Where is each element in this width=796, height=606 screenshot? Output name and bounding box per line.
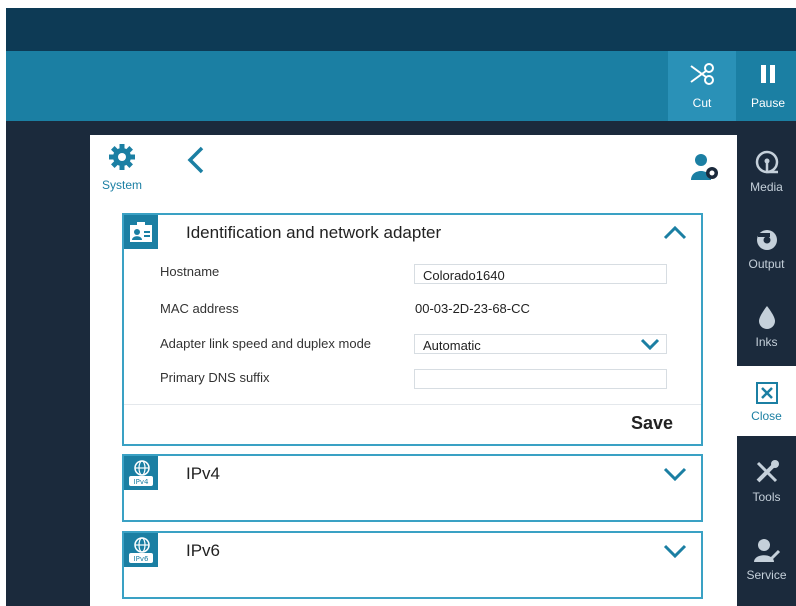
top-bar: [6, 8, 796, 51]
hostname-label: Hostname: [160, 264, 220, 279]
sidebar-item-label: Output: [748, 257, 785, 271]
dns-suffix-field[interactable]: [414, 369, 667, 389]
sidebar-item-label: Inks: [755, 335, 778, 349]
pause-button[interactable]: Pause: [740, 51, 796, 121]
pause-label: Pause: [750, 96, 786, 110]
sidebar-item-label: Close: [751, 409, 782, 423]
service-icon: [737, 533, 796, 563]
hostname-field[interactable]: Colorado1640: [414, 264, 667, 284]
system-label: System: [102, 178, 143, 192]
pause-icon: [740, 61, 796, 87]
section-title: IPv4: [186, 464, 221, 483]
mac-address-label: MAC address: [160, 301, 239, 316]
gear-icon: [102, 143, 152, 176]
cut-button[interactable]: Cut: [668, 51, 736, 121]
chevron-down-icon: [640, 338, 660, 353]
user-settings-button[interactable]: [690, 152, 720, 187]
mac-address-value: 00-03-2D-23-68-CC: [415, 301, 530, 316]
sidebar-item-label: Service: [746, 568, 787, 582]
chevron-down-icon[interactable]: [663, 544, 687, 563]
back-button[interactable]: [186, 145, 206, 180]
cut-label: Cut: [692, 96, 712, 110]
ipv4-header[interactable]: IPv4 IPv4: [124, 456, 701, 496]
sidebar-item-label: Tools: [752, 490, 781, 504]
output-icon: [737, 222, 796, 252]
ipv6-badge-text: IPv6: [134, 555, 149, 563]
link-speed-label: Adapter link speed and duplex mode: [160, 336, 372, 351]
sidebar-item-media[interactable]: Media: [737, 145, 796, 194]
system-button[interactable]: System: [102, 143, 152, 192]
ipv6-section: IPv6 IPv6: [122, 531, 703, 599]
toolbar: Cut Pause: [6, 51, 796, 121]
section-divider: [124, 404, 701, 405]
sidebar-item-tools[interactable]: Tools: [737, 455, 796, 504]
ipv6-header[interactable]: IPv6 IPv6: [124, 533, 701, 573]
ipv4-badge-text: IPv4: [134, 478, 149, 486]
chevron-up-icon[interactable]: [663, 225, 687, 245]
identification-header[interactable]: Identification and network adapter: [124, 215, 701, 255]
id-card-icon: [124, 215, 158, 249]
user-gear-icon: [691, 154, 718, 180]
sidebar-item-label: Media: [750, 180, 783, 194]
section-title: Identification and network adapter: [186, 223, 442, 242]
network-globe-icon: IPv4: [124, 456, 158, 490]
sidebar-item-inks[interactable]: Inks: [737, 300, 796, 349]
network-globe-icon: IPv6: [124, 533, 158, 567]
link-speed-select[interactable]: Automatic: [414, 334, 667, 354]
media-icon: [737, 145, 796, 175]
tools-icon: [737, 455, 796, 485]
sidebar-item-output[interactable]: Output: [737, 222, 796, 271]
chevron-left-icon: [187, 146, 204, 174]
link-speed-value: Automatic: [423, 338, 481, 353]
ipv4-section: IPv4 IPv4: [122, 454, 703, 522]
scissors-icon: [668, 61, 736, 87]
save-button[interactable]: Save: [631, 413, 673, 434]
ink-drop-icon: [737, 300, 796, 330]
section-title: IPv6: [186, 541, 221, 560]
sidebar-item-service[interactable]: Service: [737, 533, 796, 582]
close-icon: [737, 374, 796, 404]
chevron-down-icon[interactable]: [663, 467, 687, 486]
sidebar-item-close[interactable]: Close: [737, 366, 796, 436]
dns-suffix-label: Primary DNS suffix: [160, 370, 270, 385]
identification-section: Identification and network adapter Hostn…: [122, 213, 703, 446]
